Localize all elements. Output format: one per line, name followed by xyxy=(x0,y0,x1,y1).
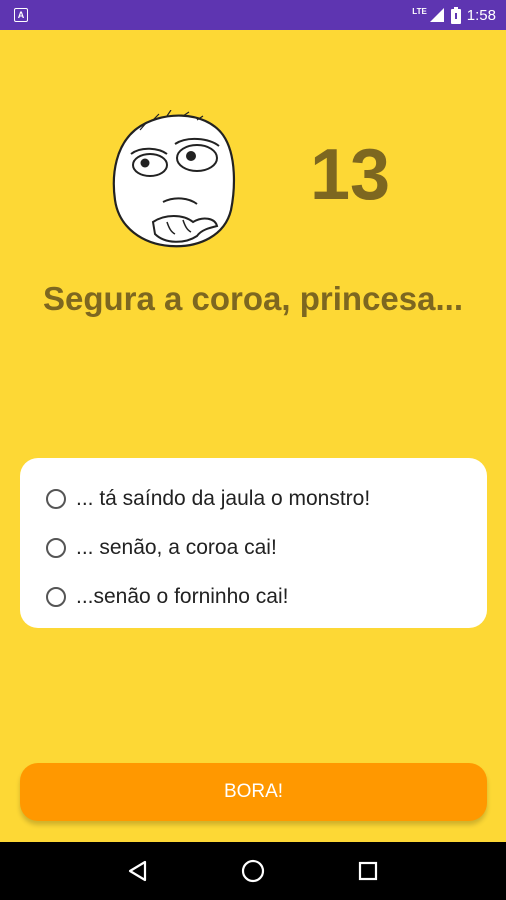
countdown-timer: 13 xyxy=(309,135,391,215)
radio-icon[interactable] xyxy=(46,537,66,558)
option-2[interactable]: ... senão, a coroa cai! xyxy=(46,523,487,572)
quiz-screen: 13 Segura a coroa, princesa... ... tá sa… xyxy=(0,30,506,842)
question-text: Segura a coroa, princesa... xyxy=(42,280,463,317)
recents-icon[interactable] xyxy=(354,857,382,885)
thinking-face-icon xyxy=(112,110,236,248)
option-label: ...senão o forninho cai! xyxy=(76,584,289,608)
app-notification-icon: A xyxy=(14,8,28,22)
clock: 1:58 xyxy=(466,6,496,24)
options-card: ... tá saíndo da jaula o monstro! ... se… xyxy=(20,458,487,628)
option-1[interactable]: ... tá saíndo da jaula o monstro! xyxy=(46,474,487,523)
lte-label: LTE xyxy=(412,6,427,16)
home-icon[interactable] xyxy=(239,857,267,885)
option-label: ... tá saíndo da jaula o monstro! xyxy=(76,486,371,510)
status-left: A xyxy=(14,8,28,22)
navigation-bar xyxy=(0,842,506,900)
back-icon[interactable] xyxy=(124,857,152,885)
option-3[interactable]: ...senão o forninho cai! xyxy=(46,572,487,621)
radio-icon[interactable] xyxy=(46,586,66,607)
submit-button[interactable]: BORA! xyxy=(20,763,487,821)
status-bar: A LTE 1:58 xyxy=(0,0,506,30)
radio-icon[interactable] xyxy=(46,488,66,509)
status-right: LTE 1:58 xyxy=(412,6,496,24)
option-label: ... senão, a coroa cai! xyxy=(76,535,277,559)
signal-icon xyxy=(429,8,444,22)
battery-icon xyxy=(450,6,461,24)
